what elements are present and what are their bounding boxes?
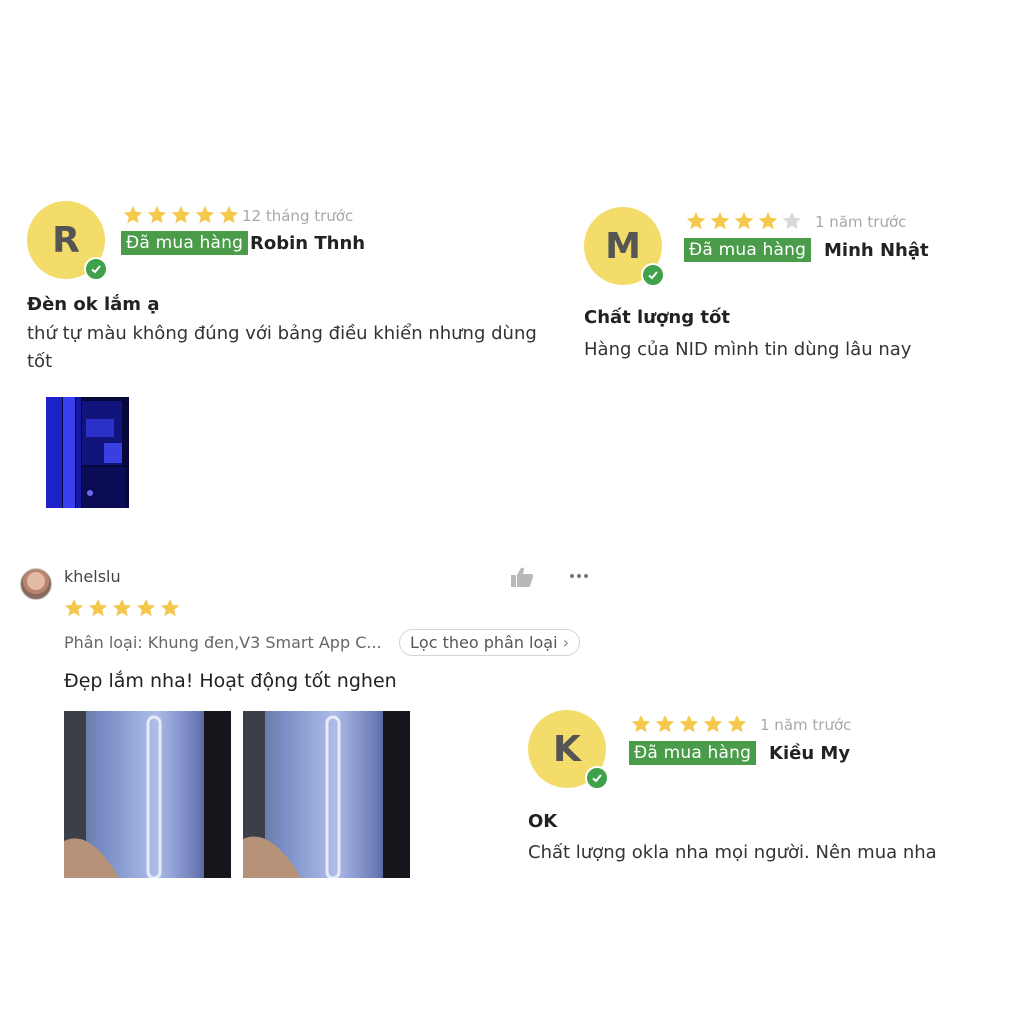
thumbs-up-icon[interactable] <box>510 566 534 592</box>
review-title: Chất lượng tốt <box>584 307 730 328</box>
review-title: OK <box>528 811 558 832</box>
username[interactable]: khelslu <box>64 567 121 586</box>
star-filled-icon <box>631 714 651 733</box>
review-body: Chất lượng okla nha mọi người. Nên mua n… <box>528 842 937 863</box>
avatar: K <box>528 710 609 790</box>
star-filled-icon <box>171 205 191 224</box>
star-empty-icon <box>782 211 802 230</box>
review-comment: Đẹp lắm nha! Hoạt động tốt nghen <box>64 670 397 692</box>
star-filled-icon <box>123 205 143 224</box>
star-filled-icon <box>88 598 108 617</box>
filter-by-variant-chip[interactable]: Lọc theo phân loại › <box>399 629 581 656</box>
review-body: Hàng của NID mình tin dùng lâu nay <box>584 339 912 360</box>
star-filled-icon <box>147 205 167 224</box>
review-photo[interactable] <box>243 711 410 878</box>
star-filled-icon <box>679 714 699 733</box>
star-filled-icon <box>686 211 706 230</box>
variant-label: Phân loại: Khung đen,V3 Smart App C... <box>64 633 382 652</box>
star-filled-icon <box>219 205 239 224</box>
user-avatar[interactable] <box>20 568 52 600</box>
avatar-letter: R <box>52 219 80 261</box>
reviewer-name[interactable]: Robin Thnh <box>250 233 365 254</box>
purchased-badge: Đã mua hàng <box>684 238 812 262</box>
star-filled-icon <box>195 205 215 224</box>
chevron-right-icon: › <box>562 633 570 652</box>
star-rating <box>685 210 803 232</box>
verified-check-icon <box>84 257 108 281</box>
reviewer-name[interactable]: Minh Nhật <box>824 240 929 261</box>
star-rating <box>122 204 240 226</box>
review-time: 1 năm trước <box>815 213 907 231</box>
review-time: 1 năm trước <box>760 716 852 734</box>
star-filled-icon <box>64 598 84 617</box>
avatar: M <box>584 207 665 287</box>
star-filled-icon <box>727 714 747 733</box>
more-dots-icon[interactable] <box>568 566 590 586</box>
review-photo[interactable] <box>64 711 231 878</box>
star-filled-icon <box>160 598 180 617</box>
purchased-badge: Đã mua hàng <box>629 741 757 765</box>
review-time: 12 tháng trước <box>242 207 354 225</box>
star-filled-icon <box>734 211 754 230</box>
filter-chip-label: Lọc theo phân loại <box>410 633 558 652</box>
verified-check-icon <box>585 766 609 790</box>
avatar-letter: K <box>553 728 581 770</box>
star-filled-icon <box>112 598 132 617</box>
star-filled-icon <box>136 598 156 617</box>
review-photo[interactable] <box>46 397 129 508</box>
reviewer-name[interactable]: Kiều My <box>769 743 850 764</box>
star-rating <box>63 597 181 619</box>
star-filled-icon <box>710 211 730 230</box>
review-title: Đèn ok lắm ạ <box>27 294 160 315</box>
star-filled-icon <box>703 714 723 733</box>
avatar: R <box>27 201 108 281</box>
purchased-badge: Đã mua hàng <box>121 231 249 255</box>
review-body: thứ tự màu không đúng với bảng điều khiể… <box>27 323 537 372</box>
avatar-letter: M <box>605 225 641 267</box>
verified-check-icon <box>641 263 665 287</box>
star-rating <box>630 713 748 735</box>
star-filled-icon <box>758 211 778 230</box>
star-filled-icon <box>655 714 675 733</box>
